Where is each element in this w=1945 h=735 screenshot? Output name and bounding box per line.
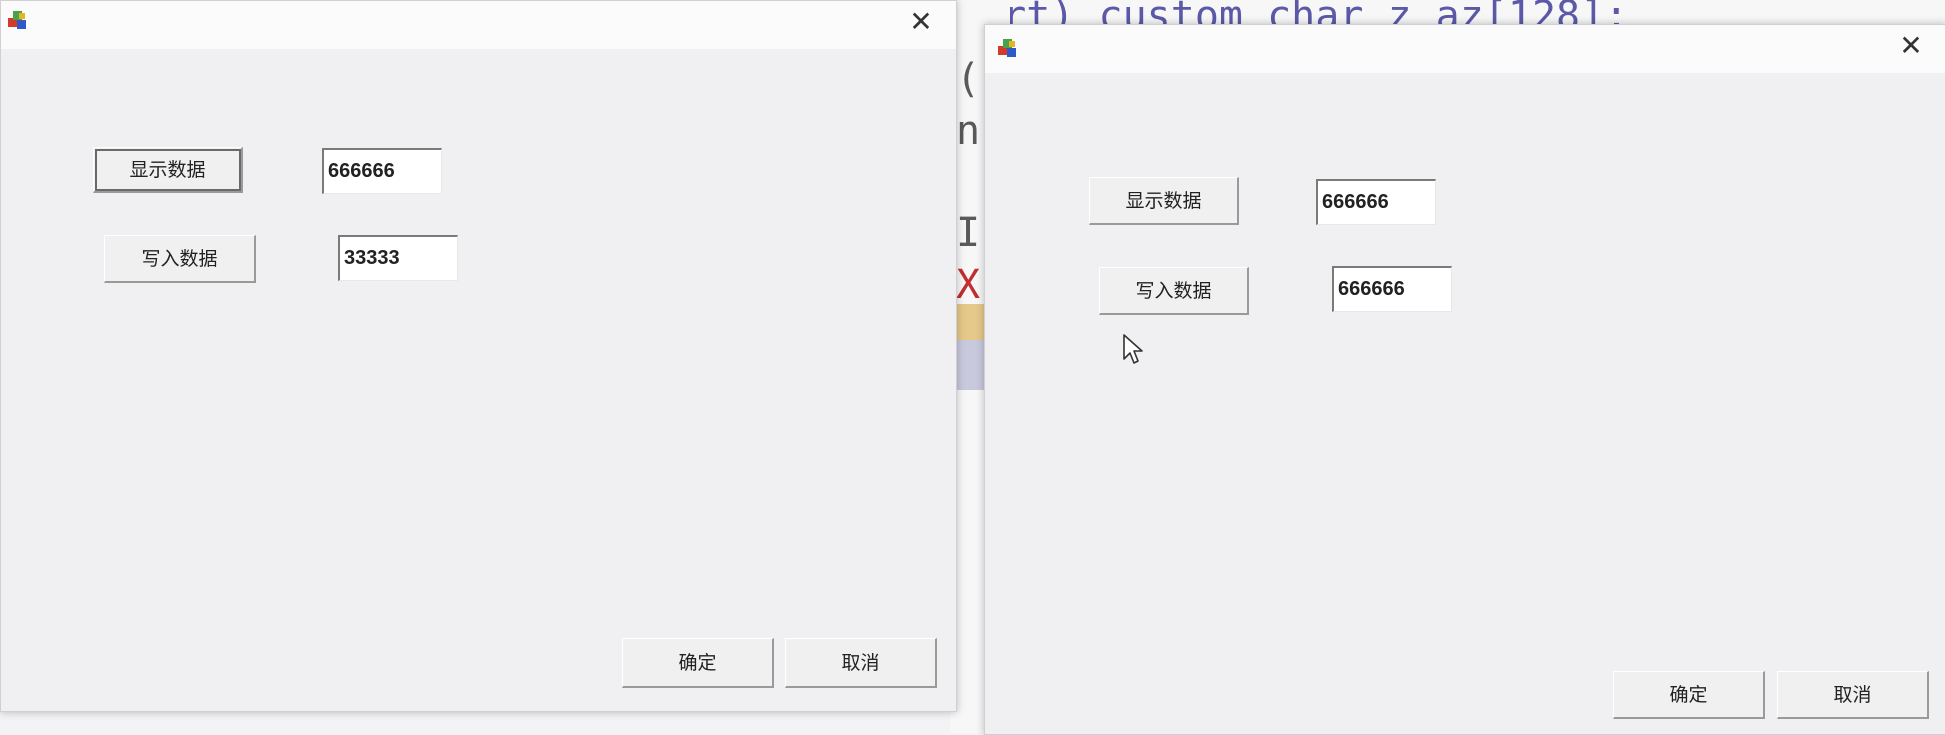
app-blocks-icon xyxy=(8,11,26,29)
close-icon[interactable]: ✕ xyxy=(906,7,936,37)
show-data-button[interactable]: 显示数据 xyxy=(1089,177,1239,225)
code-fragment: ( xyxy=(956,56,981,102)
dialog-right: ✕ 显示数据 写入数据 确定 取消 xyxy=(984,24,1945,735)
title-bar: ✕ xyxy=(1,1,956,49)
show-data-field[interactable] xyxy=(1316,179,1436,225)
ok-button[interactable]: 确定 xyxy=(1613,671,1765,719)
show-data-button[interactable]: 显示数据 xyxy=(93,147,243,193)
code-fragment: X xyxy=(956,262,981,308)
ok-button[interactable]: 确定 xyxy=(622,638,774,688)
show-data-field[interactable] xyxy=(322,148,442,194)
cancel-button[interactable]: 取消 xyxy=(785,638,937,688)
title-bar: ✕ xyxy=(985,25,1945,73)
write-data-field[interactable] xyxy=(338,235,458,281)
cancel-button[interactable]: 取消 xyxy=(1777,671,1929,719)
dialog-left: ✕ 显示数据 写入数据 确定 取消 xyxy=(0,0,957,712)
code-fragment: I xyxy=(956,210,981,256)
close-icon[interactable]: ✕ xyxy=(1896,31,1926,61)
write-data-button[interactable]: 写入数据 xyxy=(104,235,256,283)
app-blocks-icon xyxy=(998,39,1016,57)
mouse-pointer-icon xyxy=(1123,334,1143,364)
write-data-field[interactable] xyxy=(1332,266,1452,312)
write-data-button[interactable]: 写入数据 xyxy=(1099,267,1249,315)
code-line-top: port) custom char z az[128]; xyxy=(954,0,1629,24)
background-code-top-line: port) custom char z az[128]; xyxy=(950,0,1945,24)
